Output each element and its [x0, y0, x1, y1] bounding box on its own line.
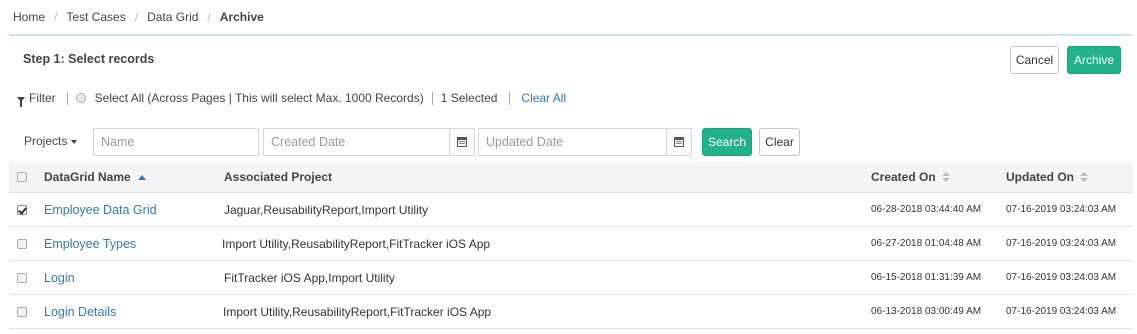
search-row: Projects Search Clear — [0, 128, 1137, 156]
breadcrumb-home[interactable]: Home — [13, 10, 45, 24]
divider — [431, 91, 433, 105]
breadcrumb-test-cases[interactable]: Test Cases — [66, 10, 125, 24]
datagrid-table: DataGrid Name Associated Project Created… — [9, 162, 1133, 329]
chevron-down-icon — [71, 139, 78, 144]
datagrid-name-link[interactable]: Employee Data Grid — [44, 203, 157, 217]
divider — [509, 91, 511, 105]
column-header-project-label: Associated Project — [224, 170, 333, 184]
table-header: DataGrid Name Associated Project Created… — [9, 162, 1133, 193]
search-button[interactable]: Search — [702, 128, 752, 156]
filter-bar: Filter Select All (Across Pages | This w… — [17, 90, 566, 107]
cancel-button[interactable]: Cancel — [1010, 46, 1059, 74]
selected-count: 1 Selected — [440, 91, 498, 105]
breadcrumb-data-grid[interactable]: Data Grid — [147, 10, 198, 24]
clear-button[interactable]: Clear — [759, 128, 800, 156]
table-row: Login FitTracker iOS App,Import Utility … — [9, 261, 1133, 295]
row-checkbox[interactable] — [17, 306, 27, 317]
breadcrumb: Home / Test Cases / Data Grid / Archive — [13, 9, 264, 25]
breadcrumb-separator: / — [207, 10, 211, 24]
name-input[interactable] — [93, 128, 259, 156]
created-date-calendar-button[interactable] — [450, 128, 475, 156]
datagrid-name-link[interactable]: Login Details — [44, 305, 116, 319]
archive-button[interactable]: Archive — [1067, 46, 1121, 74]
filter-icon — [17, 96, 25, 107]
row-checkbox[interactable] — [17, 238, 27, 249]
divider — [66, 91, 68, 105]
filter-label: Filter — [29, 91, 56, 105]
breadcrumb-archive: Archive — [219, 10, 264, 24]
select-all-radio[interactable] — [75, 93, 86, 103]
breadcrumb-separator: / — [134, 10, 139, 24]
table-row: Login Details Import Utility,Reusability… — [9, 295, 1133, 329]
projects-dropdown[interactable]: Projects — [24, 134, 78, 148]
associated-project: FitTracker iOS App,Import Utility — [224, 270, 395, 285]
created-on: 06-27-2018 01:04:48 AM — [871, 238, 982, 249]
row-checkbox[interactable] — [17, 204, 27, 215]
updated-date-calendar-button[interactable] — [667, 128, 692, 156]
created-on: 06-28-2018 03:44:40 AM — [871, 204, 982, 215]
column-header-updated-label: Updated On — [1006, 170, 1074, 184]
table-row: Employee Types Import Utility,Reusabilit… — [9, 227, 1133, 261]
associated-project: Import Utility,ReusabilityReport,FitTrac… — [222, 236, 491, 251]
filter-toggle[interactable]: Filter — [17, 91, 56, 107]
select-all-checkbox[interactable] — [17, 172, 27, 182]
created-date-input[interactable] — [263, 128, 450, 156]
updated-on: 07-16-2019 03:24:03 AM — [1006, 306, 1117, 317]
projects-dropdown-label: Projects — [24, 134, 68, 148]
datagrid-name-link[interactable]: Login — [44, 271, 75, 285]
calendar-icon — [457, 137, 467, 147]
sort-icon — [941, 171, 950, 183]
step-title: Step 1: Select records — [23, 52, 155, 66]
breadcrumb-separator: / — [54, 10, 58, 24]
created-on: 06-13-2018 03:00:49 AM — [871, 306, 982, 317]
sort-icon — [1080, 171, 1088, 183]
table-row: Employee Data Grid Jaguar,ReusabilityRep… — [9, 193, 1133, 227]
updated-on: 07-16-2019 03:24:03 AM — [1006, 238, 1117, 249]
sort-ascending-icon — [137, 174, 146, 180]
updated-date-input[interactable] — [478, 128, 667, 156]
clear-all-link[interactable]: Clear All — [521, 91, 566, 105]
column-header-created-label: Created On — [871, 170, 936, 184]
header-divider — [9, 34, 1133, 36]
updated-on: 07-16-2019 03:24:03 AM — [1006, 204, 1117, 215]
associated-project: Import Utility,ReusabilityReport,FitTrac… — [223, 304, 492, 319]
created-on: 06-15-2018 01:31:39 AM — [871, 272, 982, 283]
calendar-icon — [674, 137, 684, 147]
row-checkbox[interactable] — [17, 272, 27, 283]
column-header-created[interactable]: Created On — [871, 162, 950, 192]
column-header-name-label: DataGrid Name — [44, 170, 131, 184]
updated-on: 07-16-2019 03:24:03 AM — [1006, 272, 1117, 283]
select-all-label[interactable]: Select All (Across Pages | This will sel… — [95, 91, 424, 105]
column-header-project: Associated Project — [224, 162, 332, 192]
column-header-updated[interactable]: Updated On — [1006, 162, 1088, 192]
associated-project: Jaguar,ReusabilityReport,Import Utility — [224, 202, 429, 217]
column-header-name[interactable]: DataGrid Name — [44, 162, 146, 192]
select-all-cell — [17, 162, 27, 192]
datagrid-name-link[interactable]: Employee Types — [44, 237, 136, 251]
